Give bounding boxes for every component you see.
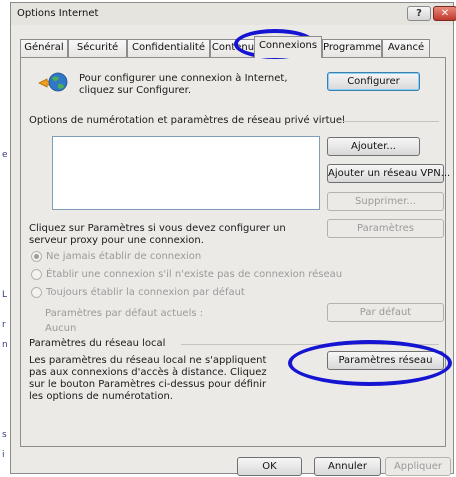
- settings-button[interactable]: Paramètres: [327, 219, 444, 238]
- background-fragment: L: [2, 290, 8, 300]
- setup-description: Pour configurer une connexion à Internet…: [79, 73, 288, 96]
- title-bar[interactable]: Options Internet ? ✕: [11, 3, 456, 25]
- radio-never-dial[interactable]: [31, 251, 42, 262]
- radio-always-dial[interactable]: [31, 287, 42, 298]
- current-default-label: Paramètres par défaut actuels :: [45, 308, 204, 319]
- close-button[interactable]: ✕: [433, 6, 456, 21]
- background-fragment: r: [2, 320, 6, 330]
- help-button[interactable]: ?: [407, 6, 431, 21]
- current-default-value: Aucun: [45, 323, 77, 334]
- cancel-button[interactable]: Annuler: [314, 457, 381, 476]
- globe-network-icon: [38, 72, 68, 92]
- lan-settings-button[interactable]: Paramètres réseau: [327, 351, 444, 370]
- radio-always-dial-label: Toujours établir la connexion par défaut: [46, 287, 245, 298]
- lan-heading: Paramètres du réseau local: [29, 338, 166, 349]
- group-divider: [343, 121, 439, 122]
- background-fragment: n: [2, 340, 8, 350]
- connections-panel: Pour configurer une connexion à Internet…: [20, 57, 450, 447]
- window-title: Options Internet: [17, 8, 99, 19]
- radio-never-dial-label: Ne jamais établir de connexion: [46, 251, 202, 262]
- background-fragment: e: [2, 150, 8, 160]
- tab-content[interactable]: Contenu: [210, 39, 256, 57]
- radio-dial-when-no-network-label: Établir une connexion s'il n'existe pas …: [46, 269, 343, 280]
- apply-button[interactable]: Appliquer: [385, 457, 451, 476]
- dialup-heading: Options de numérotation et paramètres de…: [29, 115, 345, 126]
- tab-connections[interactable]: Connexions: [254, 36, 322, 58]
- add-button[interactable]: Ajouter...: [327, 137, 420, 156]
- proxy-instructions: Cliquez sur Paramètres si vous devez con…: [29, 223, 286, 246]
- connections-list[interactable]: [52, 136, 320, 210]
- group-divider: [181, 344, 439, 345]
- radio-dial-when-no-network[interactable]: [31, 269, 42, 280]
- radio-selected-dot: [34, 254, 39, 259]
- ok-button[interactable]: OK: [237, 457, 302, 476]
- tab-general[interactable]: Général: [20, 39, 68, 57]
- background-fragment: s: [2, 430, 7, 440]
- remove-button[interactable]: Supprimer...: [327, 192, 444, 211]
- tab-programs[interactable]: Programmes: [322, 39, 382, 57]
- set-default-button[interactable]: Par défaut: [327, 303, 444, 322]
- tab-advanced[interactable]: Avancé: [382, 39, 430, 57]
- lan-description: Les paramètres du réseau local ne s'appl…: [29, 355, 267, 402]
- background-fragment: i: [2, 450, 5, 460]
- configure-button[interactable]: Configurer: [327, 72, 420, 91]
- internet-options-dialog: Options Internet ? ✕ Général Sécurité Co…: [10, 2, 456, 476]
- add-vpn-button[interactable]: Ajouter un réseau VPN...: [327, 164, 450, 183]
- tab-privacy[interactable]: Confidentialité: [127, 39, 210, 57]
- tab-security[interactable]: Sécurité: [68, 39, 127, 57]
